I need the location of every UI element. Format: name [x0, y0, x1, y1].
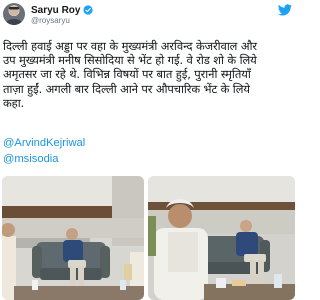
verified-badge-icon [83, 5, 94, 15]
tweet-text-line: उप मुख्यमंत्री मनीष सिसोदिया से भेंट हो … [3, 53, 257, 68]
author-name[interactable]: Saryu Roy [31, 5, 80, 16]
avatar[interactable] [3, 3, 25, 25]
tweet-header: Saryu Roy @roysaryu [0, 0, 297, 30]
tweet-text-line: ताज़ा हुईं. अगली बार दिल्ली आने पर औपचार… [3, 81, 250, 96]
tweet-photos [0, 176, 297, 300]
mention-link-msisodia[interactable]: @msisodia [3, 153, 59, 165]
tweet-text-line: कहा. [3, 95, 25, 110]
avatar-image [5, 6, 23, 25]
photo-meeting-lounge-1 [2, 176, 144, 300]
twitter-bird-icon[interactable] [278, 4, 292, 16]
mention-link-arvindkejriwal[interactable]: @ArvindKejriwal [3, 137, 85, 149]
tweet-text-line: दिल्ली हवाई अड्डा पर वहा के मुख्यमंत्री … [3, 39, 257, 53]
tweet-text-line: अमृतसर जा रहे थे. विभिन्न विषयों पर बात … [3, 67, 251, 82]
author-handle[interactable]: @roysaryu [31, 16, 70, 25]
tweet-photo-2[interactable] [148, 176, 295, 300]
photo-meeting-lounge-2 [148, 176, 295, 300]
author-name-row: Saryu Roy [31, 3, 94, 17]
tweet-text: दिल्ली हवाई अड्डा पर वहा के मुख्यमंत्री … [3, 39, 295, 110]
tweet-photo-1[interactable] [2, 176, 144, 300]
